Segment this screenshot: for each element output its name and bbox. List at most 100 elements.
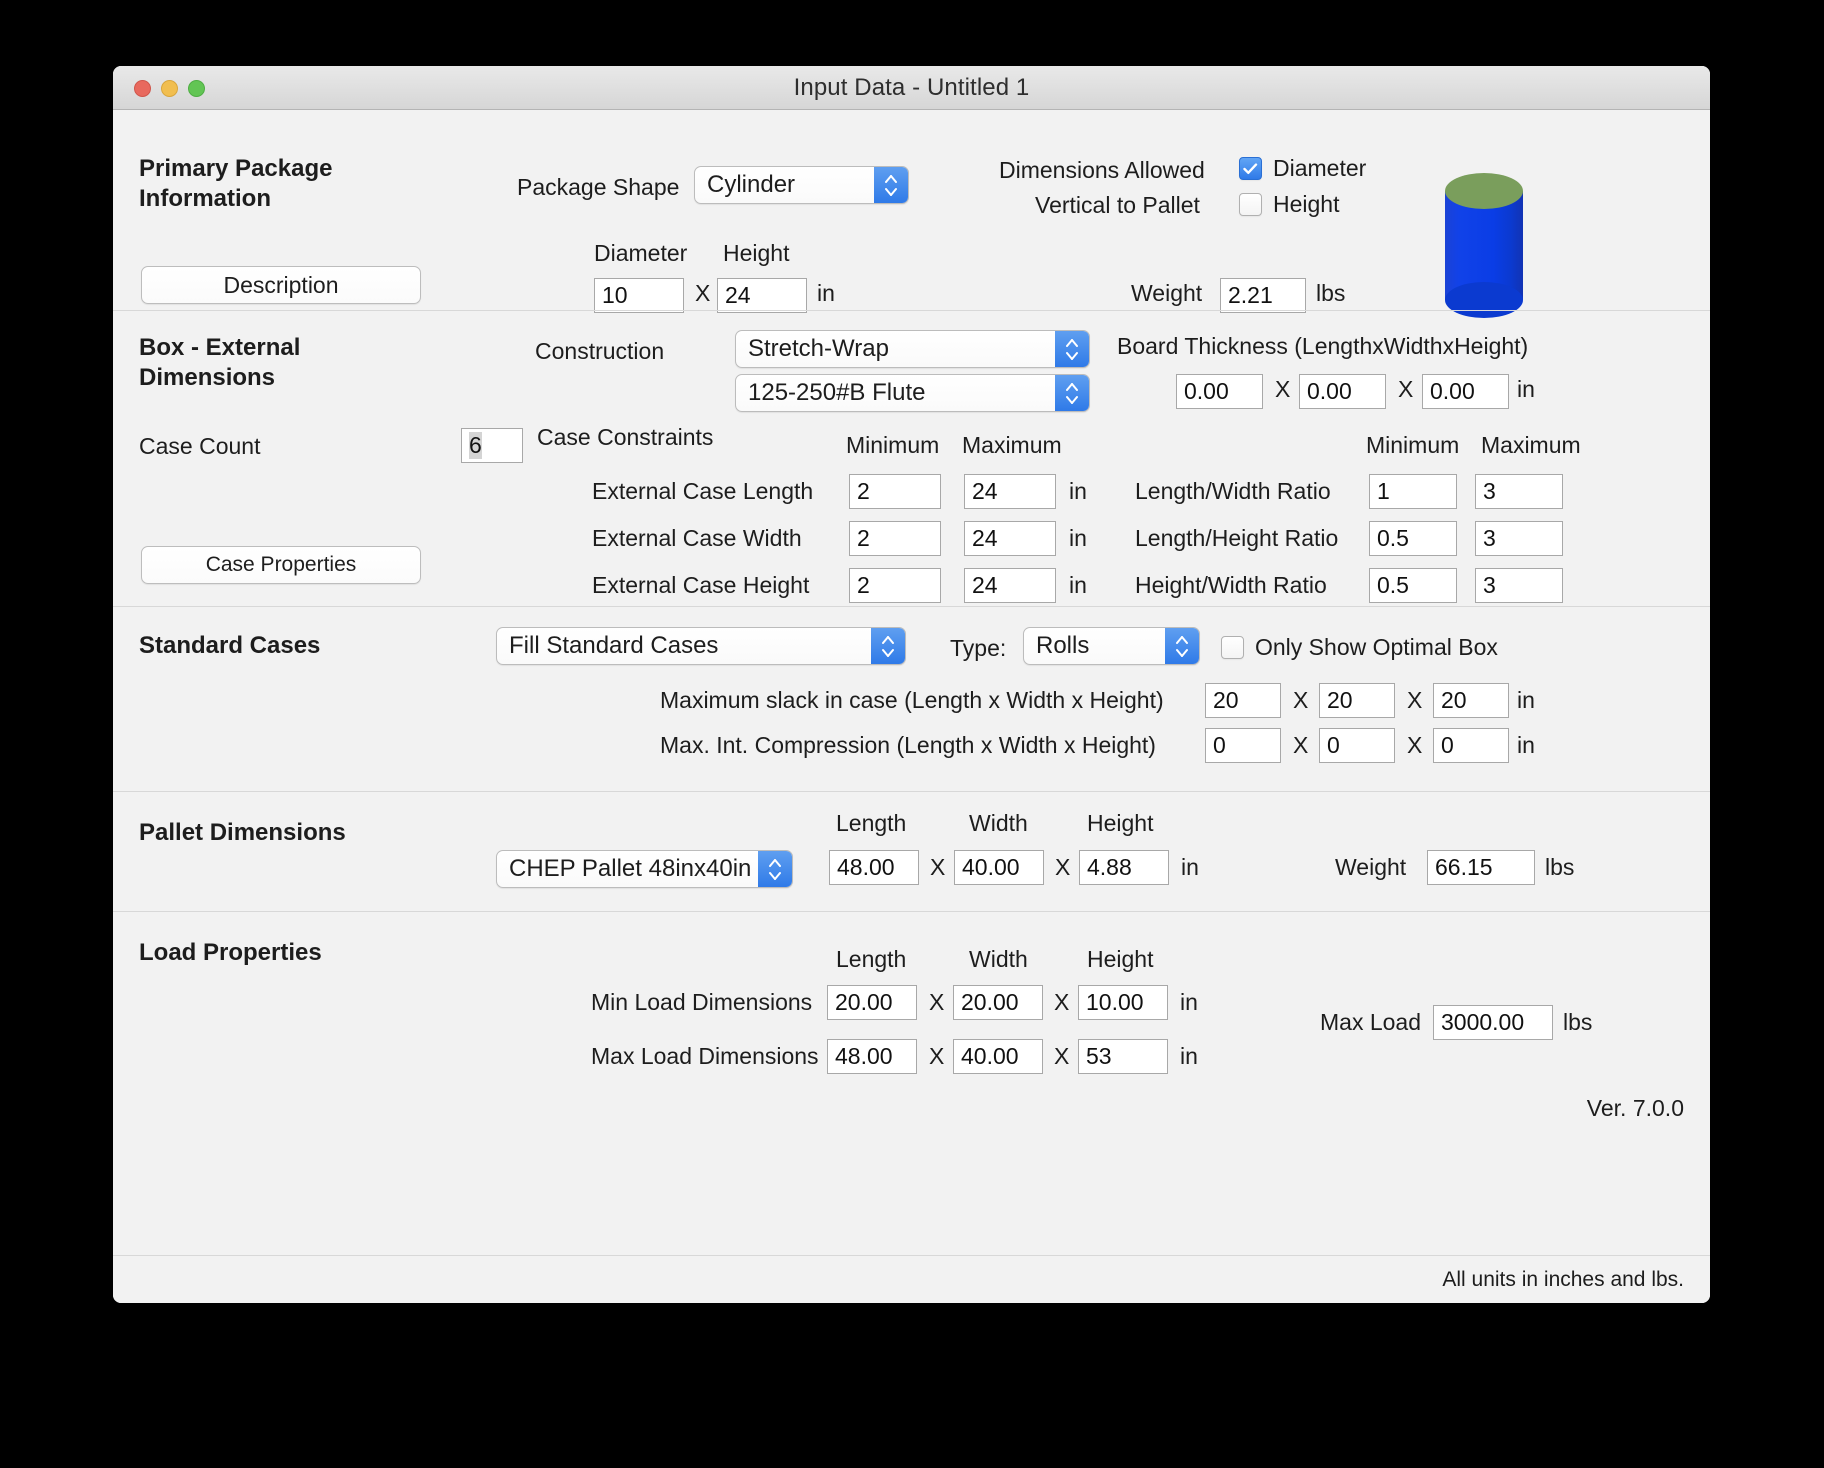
pallet-dimensions-section: Pallet Dimensions CHEP Pallet 48inx40in …	[113, 791, 1710, 911]
chevron-updown-icon	[758, 851, 792, 887]
ratio-row-length-height: Length/Height Ratio 0.5 3	[113, 521, 1710, 557]
only-show-optimal-box-label: Only Show Optimal Box	[1255, 634, 1498, 660]
pallet-dimensions-title: Pallet Dimensions	[139, 819, 346, 846]
constraints-maximum-header: Maximum	[962, 432, 1062, 458]
load-height-header: Height	[1087, 946, 1154, 972]
height-label: Height	[723, 240, 790, 266]
max-load-weight-input[interactable]: 3000.00	[1433, 1005, 1553, 1040]
board-thickness-height-input[interactable]: 0.00	[1422, 374, 1509, 409]
height-checkbox-row[interactable]: Height	[1239, 191, 1339, 218]
package-height-input[interactable]: 24	[717, 278, 807, 313]
max-load-length-input[interactable]: 48.00	[827, 1039, 917, 1074]
fill-mode-value: Fill Standard Cases	[509, 632, 719, 659]
diameter-checkbox-label: Diameter	[1273, 155, 1367, 181]
max-slack-length-input[interactable]: 20	[1205, 683, 1281, 718]
max-load-unit: in	[1180, 1043, 1198, 1069]
cylinder-top	[1445, 173, 1523, 209]
pallet-select[interactable]: CHEP Pallet 48inx40in	[496, 850, 793, 888]
board-thickness-length-input[interactable]: 0.00	[1176, 374, 1263, 409]
diameter-input[interactable]: 10	[594, 278, 684, 313]
constraints-minimum-header: Minimum	[846, 432, 940, 458]
type-value: Rolls	[1036, 632, 1090, 659]
diameter-checkbox[interactable]	[1239, 157, 1262, 180]
case-count-input[interactable]: 6	[461, 428, 523, 463]
case-constraints-label: Case Constraints	[537, 424, 714, 450]
ratio-min-input[interactable]: 1	[1369, 474, 1457, 509]
ratio-max-input[interactable]: 3	[1475, 568, 1563, 603]
ratio-max-input[interactable]: 3	[1475, 474, 1563, 509]
flute-select[interactable]: 125-250#B Flute	[735, 374, 1090, 412]
max-load-weight-unit: lbs	[1563, 1009, 1593, 1035]
min-load-length-input[interactable]: 20.00	[827, 985, 917, 1020]
type-select[interactable]: Rolls	[1023, 627, 1200, 665]
ratio-row-length-width: Length/Width Ratio 1 3	[113, 474, 1710, 510]
board-thickness-label: Board Thickness (LengthxWidthxHeight)	[1117, 333, 1529, 359]
case-count-label: Case Count	[139, 433, 261, 459]
max-slack-height-input[interactable]: 20	[1433, 683, 1509, 718]
package-dims-unit: in	[817, 280, 835, 306]
pallet-unit: in	[1181, 854, 1199, 880]
window-titlebar: Input Data - Untitled 1	[113, 66, 1710, 110]
compression-sep-2: X	[1407, 732, 1423, 758]
minimize-button[interactable]	[161, 80, 178, 97]
pallet-length-header: Length	[836, 810, 907, 836]
board-thickness-sep-1: X	[1275, 376, 1291, 402]
min-load-label: Min Load Dimensions	[591, 989, 813, 1015]
construction-label: Construction	[535, 338, 665, 364]
pallet-weight-unit: lbs	[1545, 854, 1575, 880]
max-load-height-input[interactable]: 53	[1078, 1039, 1168, 1074]
min-load-width-input[interactable]: 20.00	[953, 985, 1043, 1020]
dims-allowed-line2: Vertical to Pallet	[1035, 192, 1200, 218]
max-compression-width-input[interactable]: 0	[1319, 728, 1395, 763]
description-button[interactable]: Description	[141, 266, 421, 304]
pallet-weight-input[interactable]: 66.15	[1427, 850, 1535, 885]
ratio-label: Length/Width Ratio	[1135, 478, 1331, 504]
height-checkbox-label: Height	[1273, 191, 1340, 217]
ratio-label: Height/Width Ratio	[1135, 572, 1327, 598]
chevron-updown-icon	[871, 628, 905, 664]
ratio-max-input[interactable]: 3	[1475, 521, 1563, 556]
pallet-width-input[interactable]: 40.00	[954, 850, 1044, 885]
board-thickness-width-input[interactable]: 0.00	[1299, 374, 1386, 409]
standard-cases-title: Standard Cases	[139, 632, 321, 659]
max-slack-width-input[interactable]: 20	[1319, 683, 1395, 718]
only-show-optimal-box-checkbox[interactable]	[1221, 636, 1244, 659]
chevron-updown-icon	[1055, 375, 1089, 411]
ratio-row-height-width: Height/Width Ratio 0.5 3	[113, 568, 1710, 604]
height-checkbox[interactable]	[1239, 193, 1262, 216]
max-load-sep-1: X	[929, 1043, 945, 1069]
diameter-checkbox-row[interactable]: Diameter	[1239, 155, 1366, 182]
max-load-width-input[interactable]: 40.00	[953, 1039, 1043, 1074]
max-compression-height-input[interactable]: 0	[1433, 728, 1509, 763]
box-external-section: Box - External Dimensions Construction S…	[113, 310, 1710, 606]
package-shape-label: Package Shape	[517, 174, 680, 200]
primary-package-title: Primary Package Information	[139, 155, 333, 212]
close-button[interactable]	[134, 80, 151, 97]
pallet-length-input[interactable]: 48.00	[829, 850, 919, 885]
only-optimal-checkbox-row[interactable]: Only Show Optimal Box	[1221, 634, 1498, 661]
box-external-title: Box - External Dimensions	[139, 334, 301, 391]
standard-cases-section: Standard Cases Fill Standard Cases Type:…	[113, 606, 1710, 791]
diameter-label: Diameter	[594, 240, 688, 266]
pallet-sep-1: X	[930, 854, 946, 880]
pallet-height-input[interactable]: 4.88	[1079, 850, 1169, 885]
pallet-sep-2: X	[1055, 854, 1071, 880]
traffic-light-group	[134, 80, 205, 97]
package-weight-input[interactable]: 2.21	[1220, 278, 1306, 313]
case-count-value: 6	[469, 432, 482, 459]
max-compression-length-input[interactable]: 0	[1205, 728, 1281, 763]
version-label: Ver. 7.0.0	[1586, 1095, 1684, 1121]
ratio-min-input[interactable]: 0.5	[1369, 568, 1457, 603]
ratios-minimum-header: Minimum	[1366, 432, 1460, 458]
load-width-header: Width	[969, 946, 1028, 972]
construction-select[interactable]: Stretch-Wrap	[735, 330, 1090, 368]
min-load-height-input[interactable]: 10.00	[1078, 985, 1168, 1020]
ratio-min-input[interactable]: 0.5	[1369, 521, 1457, 556]
max-compression-unit: in	[1517, 732, 1535, 758]
package-weight-label: Weight	[1131, 280, 1203, 306]
zoom-button[interactable]	[188, 80, 205, 97]
package-shape-select[interactable]: Cylinder	[694, 166, 909, 204]
slack-sep-2: X	[1407, 687, 1423, 713]
fill-mode-select[interactable]: Fill Standard Cases	[496, 627, 906, 665]
dimension-separator-x: X	[695, 280, 711, 306]
